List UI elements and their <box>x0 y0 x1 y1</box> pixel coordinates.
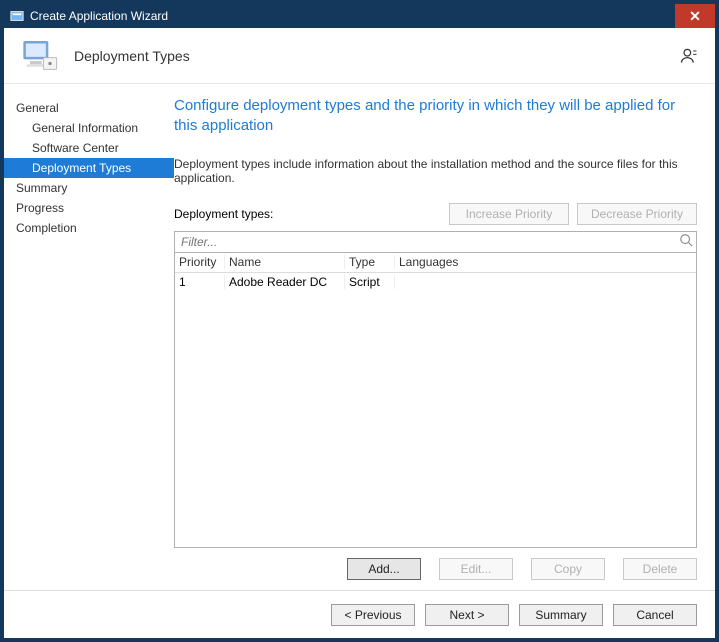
next-button[interactable]: Next > <box>425 604 509 626</box>
banner: Deployment Types <box>4 28 715 84</box>
add-button[interactable]: Add... <box>347 558 421 580</box>
previous-button[interactable]: < Previous <box>331 604 415 626</box>
cell-priority: 1 <box>175 275 225 289</box>
nav-item-completion[interactable]: Completion <box>4 218 174 238</box>
page-subtext: Deployment types include information abo… <box>174 157 697 185</box>
wizard-footer: < Previous Next > Summary Cancel <box>4 590 715 638</box>
col-type[interactable]: Type <box>345 255 395 269</box>
cancel-button[interactable]: Cancel <box>613 604 697 626</box>
filter-input[interactable] <box>175 232 676 252</box>
edit-button: Edit... <box>439 558 513 580</box>
col-name[interactable]: Name <box>225 255 345 269</box>
titlebar: Create Application Wizard ✕ <box>4 4 715 28</box>
grid-header: Priority Name Type Languages <box>175 253 696 273</box>
col-priority[interactable]: Priority <box>175 255 225 269</box>
banner-title: Deployment Types <box>74 48 190 64</box>
window-title: Create Application Wizard <box>30 9 168 23</box>
deployment-types-grid: Priority Name Type Languages 1Adobe Read… <box>174 253 697 549</box>
sidebar: GeneralGeneral InformationSoftware Cente… <box>4 84 174 590</box>
computer-icon <box>20 36 60 76</box>
cell-name: Adobe Reader DC <box>225 275 345 289</box>
decrease-priority-button: Decrease Priority <box>577 203 697 225</box>
copy-button: Copy <box>531 558 605 580</box>
nav-item-general[interactable]: General <box>4 98 174 118</box>
user-icon[interactable] <box>679 46 699 66</box>
filter-wrap <box>174 231 697 253</box>
app-icon <box>10 9 24 23</box>
cell-type: Script <box>345 275 395 289</box>
deployment-types-label: Deployment types: <box>174 207 441 221</box>
page-heading: Configure deployment types and the prior… <box>174 96 697 137</box>
nav-item-progress[interactable]: Progress <box>4 198 174 218</box>
col-languages[interactable]: Languages <box>395 255 696 269</box>
summary-button[interactable]: Summary <box>519 604 603 626</box>
nav-item-general-information[interactable]: General Information <box>4 118 174 138</box>
nav-item-summary[interactable]: Summary <box>4 178 174 198</box>
table-row[interactable]: 1Adobe Reader DCScript <box>175 273 696 291</box>
nav-item-software-center[interactable]: Software Center <box>4 138 174 158</box>
nav-item-deployment-types[interactable]: Deployment Types <box>4 158 174 178</box>
delete-button: Delete <box>623 558 697 580</box>
grid-body: 1Adobe Reader DCScript <box>175 273 696 548</box>
close-icon: ✕ <box>689 8 701 25</box>
increase-priority-button: Increase Priority <box>449 203 569 225</box>
search-icon[interactable] <box>676 233 696 250</box>
close-button[interactable]: ✕ <box>675 4 715 28</box>
